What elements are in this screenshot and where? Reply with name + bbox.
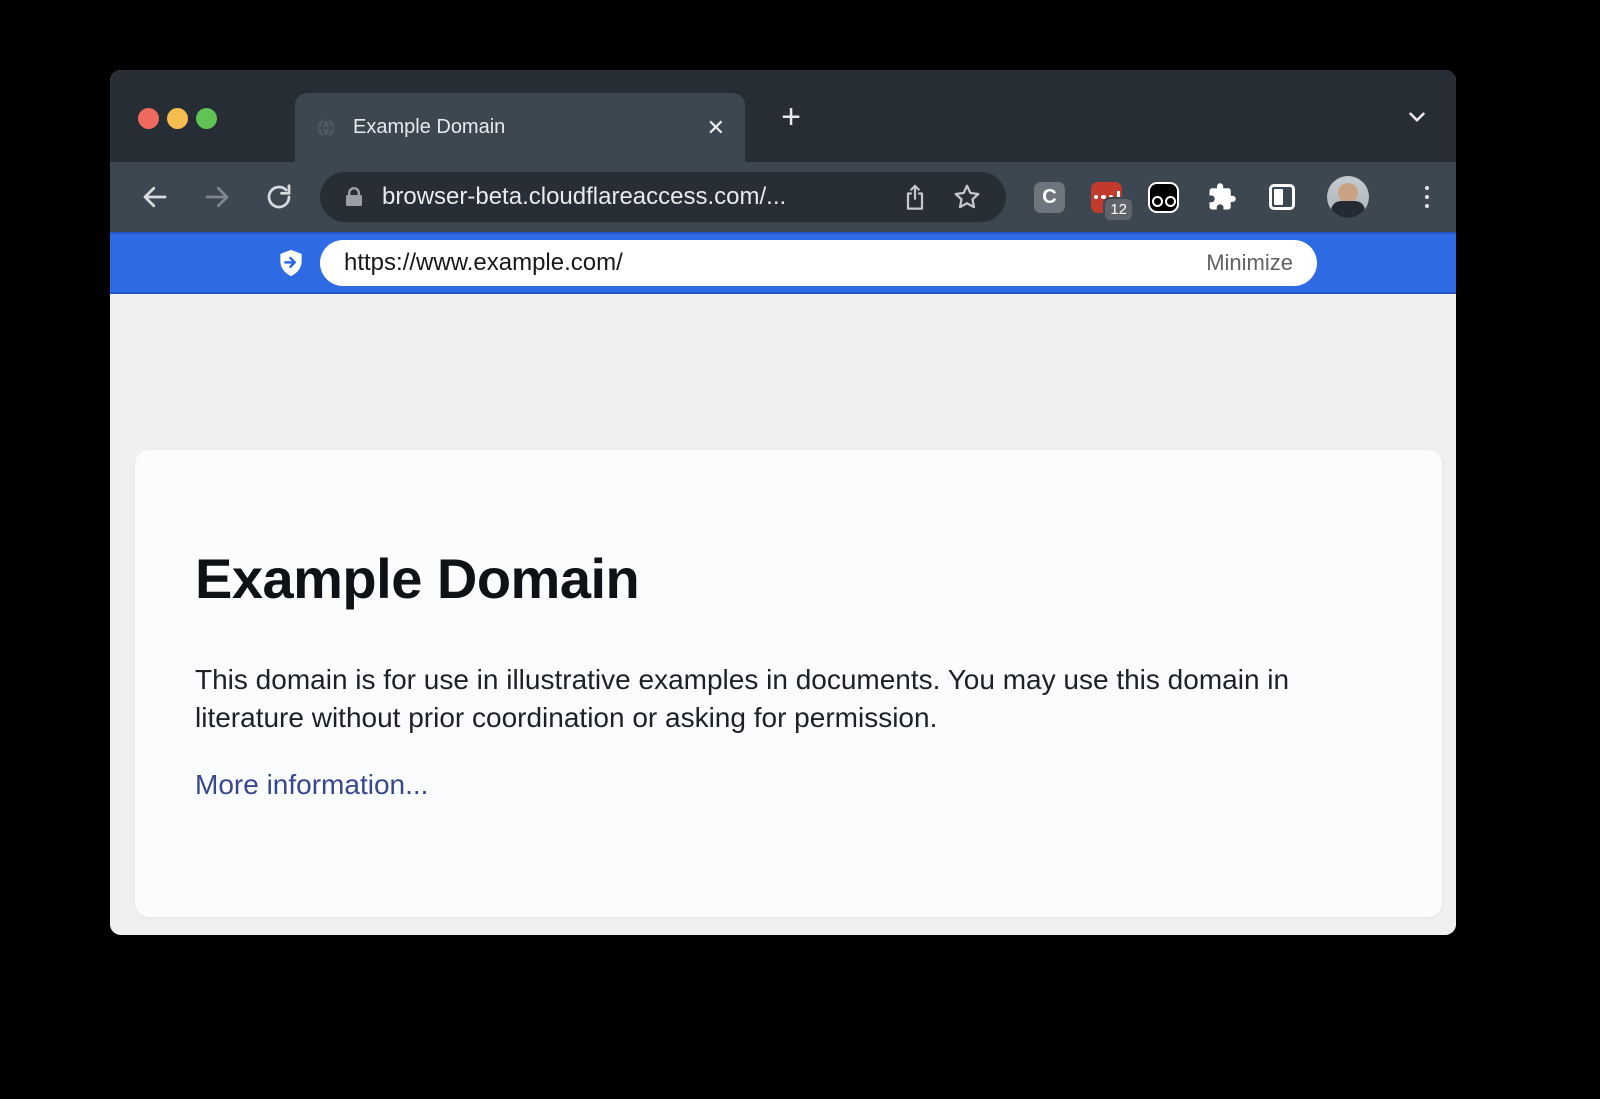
address-bar[interactable]: browser-beta.cloudflareaccess.com/...: [320, 172, 1006, 222]
tab-example-domain[interactable]: Example Domain ✕: [295, 93, 745, 162]
share-icon: [901, 183, 929, 211]
side-panel-button[interactable]: [1265, 180, 1299, 214]
globe-favicon-icon: [315, 117, 337, 139]
reload-icon: [264, 182, 294, 212]
two-circles-icon: [1152, 196, 1176, 207]
reload-button[interactable]: [256, 174, 302, 220]
page-viewport: Example Domain This domain is for use in…: [110, 294, 1456, 935]
browser-window: Example Domain ✕ +: [110, 70, 1456, 935]
avatar-head: [1338, 183, 1358, 202]
forward-button[interactable]: [194, 174, 240, 220]
minimize-window-button[interactable]: [167, 108, 188, 129]
browser-menu-button[interactable]: [1417, 186, 1437, 209]
browser-toolbar: browser-beta.cloudflareaccess.com/... C …: [110, 162, 1456, 232]
star-icon: [952, 182, 982, 212]
example-domain-card: Example Domain This domain is for use in…: [135, 450, 1442, 917]
extension-badge: 12: [1105, 199, 1132, 220]
share-button[interactable]: [898, 180, 932, 214]
page-title: Example Domain: [195, 546, 1382, 611]
password-manager-extension-button[interactable]: 12: [1091, 182, 1122, 213]
profile-avatar[interactable]: [1327, 176, 1369, 218]
isolated-url-field[interactable]: https://www.example.com/ Minimize: [320, 240, 1317, 286]
plus-icon: +: [781, 98, 801, 137]
isolated-url-text: https://www.example.com/: [344, 249, 623, 277]
extension-c-label: C: [1042, 186, 1056, 209]
bookmark-button[interactable]: [950, 180, 984, 214]
new-tab-button[interactable]: +: [768, 94, 814, 140]
close-window-button[interactable]: [138, 108, 159, 129]
forward-arrow-icon: [202, 182, 232, 212]
tab-close-icon[interactable]: ✕: [707, 117, 725, 139]
page-paragraph: This domain is for use in illustrative e…: [195, 661, 1345, 737]
address-bar-url: browser-beta.cloudflareaccess.com/...: [382, 183, 786, 211]
extensions-row: C 12: [1034, 176, 1437, 218]
back-button[interactable]: [132, 174, 178, 220]
extensions-menu-button[interactable]: [1205, 180, 1239, 214]
kebab-menu-icon: [1425, 204, 1430, 209]
minimize-bar-button[interactable]: Minimize: [1206, 250, 1293, 276]
tab-strip: Example Domain ✕ +: [110, 70, 1456, 162]
window-controls: [138, 108, 217, 129]
shield-arrow-icon: [276, 248, 306, 278]
lock-icon: [342, 185, 366, 209]
more-information-link[interactable]: More information...: [195, 769, 428, 801]
zoom-window-button[interactable]: [196, 108, 217, 129]
isolation-url-bar: https://www.example.com/ Minimize: [110, 232, 1456, 294]
tab-search-button[interactable]: [1404, 104, 1430, 130]
puzzle-icon: [1207, 182, 1237, 212]
avatar-shoulders: [1331, 201, 1365, 218]
kebab-menu-icon: [1425, 186, 1430, 191]
chevron-down-icon: [1404, 104, 1430, 130]
kebab-menu-icon: [1425, 195, 1430, 200]
side-panel-icon: [1269, 184, 1295, 210]
tab-title: Example Domain: [353, 116, 505, 139]
extension-c-button[interactable]: C: [1034, 182, 1065, 213]
goggles-extension-button[interactable]: [1148, 182, 1179, 213]
back-arrow-icon: [140, 182, 170, 212]
